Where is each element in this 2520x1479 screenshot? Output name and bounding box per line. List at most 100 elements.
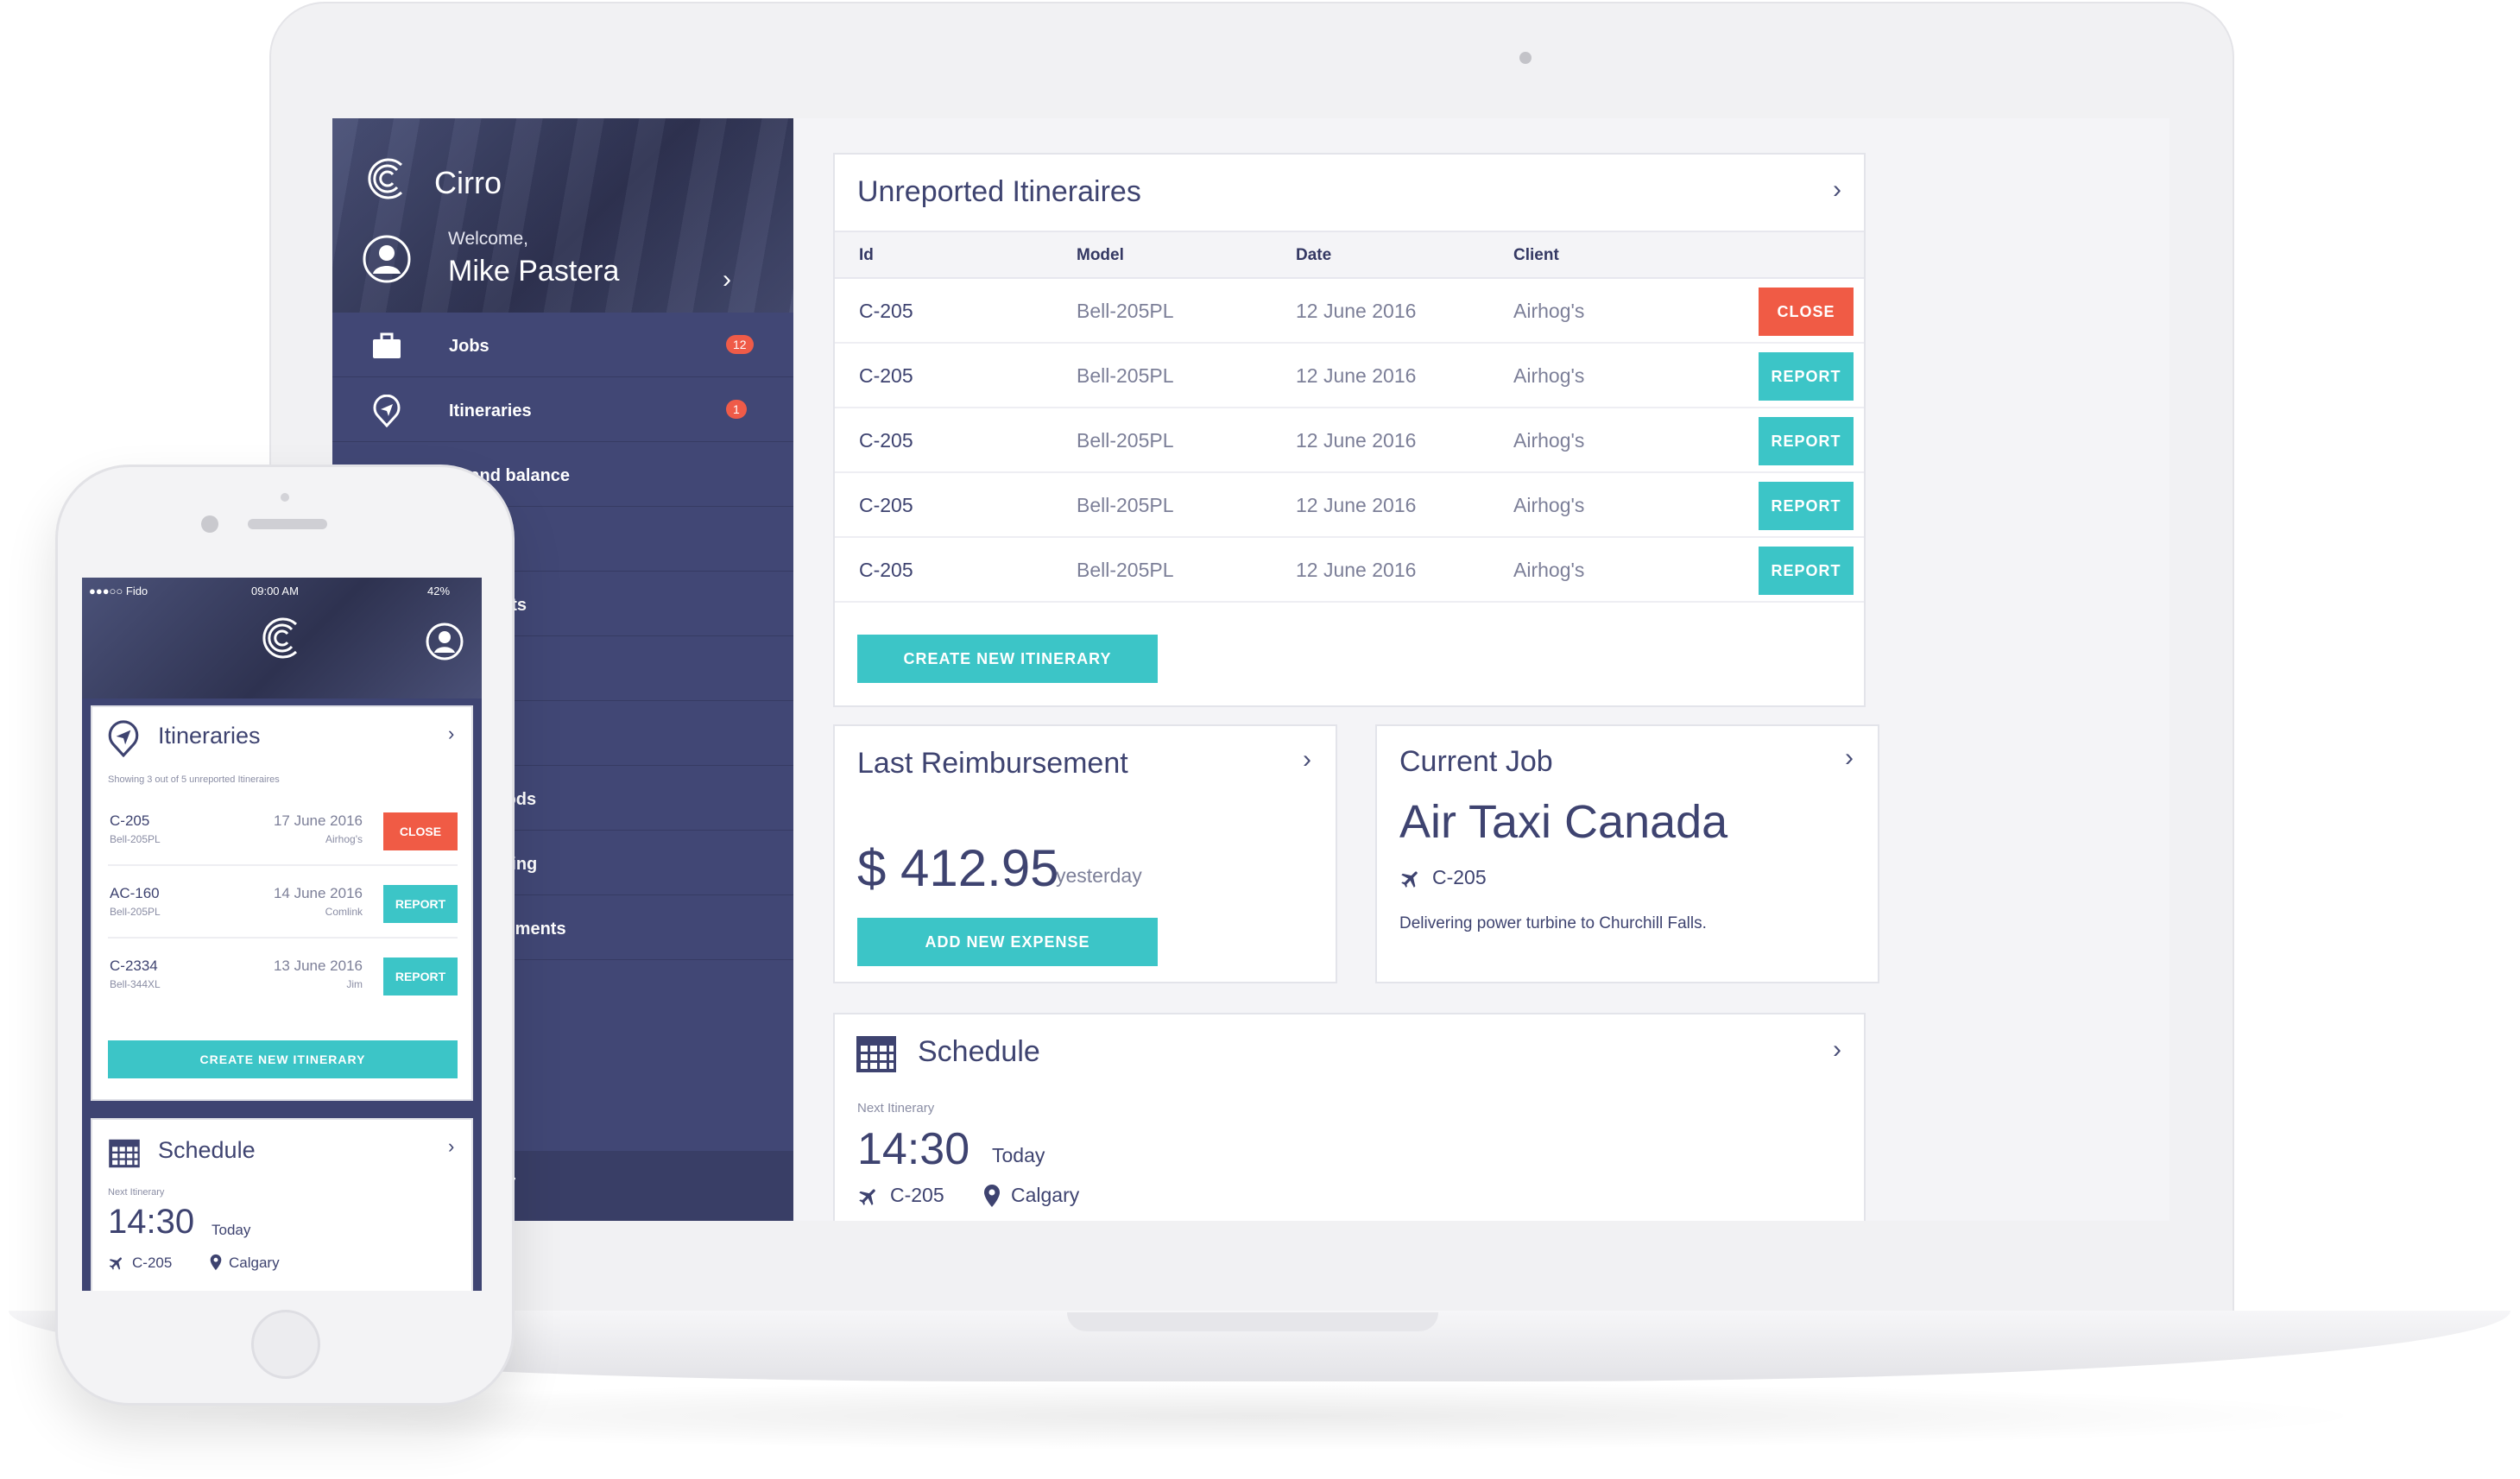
schedule-day: Today (212, 1222, 251, 1238)
schedule-location: Calgary (1011, 1184, 1080, 1206)
row-model: Bell-205PL (1077, 429, 1174, 452)
row-id: C-205 (859, 494, 913, 516)
create-new-itinerary-button[interactable]: CREATE NEW ITINERARY (857, 635, 1158, 683)
chevron-right-icon[interactable]: › (1833, 175, 1841, 205)
row-client: Airhog's (1513, 494, 1585, 516)
table-row: C-205 Bell-205PL 12 June 2016 Airhog's C… (835, 279, 1864, 344)
report-button[interactable]: REPORT (383, 885, 458, 923)
user-avatar-icon[interactable] (362, 234, 412, 284)
close-button[interactable]: CLOSE (1759, 288, 1854, 336)
chevron-right-icon[interactable]: › (1303, 745, 1311, 774)
user-name[interactable]: Mike Pastera (448, 255, 619, 288)
location-pin-icon (210, 1254, 222, 1271)
status-carrier: ●●●○○ Fido (89, 585, 148, 597)
row-id: C-2334 (110, 958, 158, 974)
brand-name: Cirro (434, 165, 502, 200)
laptop-notch (1067, 1312, 1438, 1331)
phone-speaker (248, 519, 327, 529)
user-avatar-icon[interactable] (426, 623, 464, 660)
list-item: C-205 Bell-205PL 17 June 2016 Airhog's C… (108, 793, 458, 866)
report-button[interactable]: REPORT (1759, 417, 1854, 465)
phone-screen: ●●●○○ Fido 09:00 AM 42% Itineraries › Sh… (82, 578, 482, 1291)
chevron-right-icon[interactable]: › (1845, 743, 1854, 773)
unreported-itineraries-card: Unreported Itineraires › Id Model Date C… (833, 153, 1866, 707)
close-button[interactable]: CLOSE (383, 812, 458, 850)
jobs-count-badge: 12 (726, 335, 754, 354)
chevron-right-icon[interactable]: › (448, 1135, 454, 1158)
sidebar-item-label: Jobs (449, 337, 489, 356)
card-title: Current Job (1399, 745, 1553, 778)
row-id: AC-160 (110, 885, 160, 901)
row-date: 13 June 2016 (273, 958, 363, 974)
report-button[interactable]: REPORT (383, 958, 458, 995)
column-header: Id (859, 246, 874, 264)
airplane-icon (109, 1257, 122, 1270)
row-date: 12 June 2016 (1296, 559, 1417, 581)
report-button[interactable]: REPORT (1759, 482, 1854, 530)
table-row: C-205 Bell-205PL 12 June 2016 Airhog's R… (835, 344, 1864, 408)
row-client: Airhog's (1513, 429, 1585, 452)
row-id: C-205 (859, 429, 913, 452)
row-client: Airhog's (1513, 300, 1585, 322)
report-button[interactable]: REPORT (1759, 352, 1854, 401)
row-client: Airhog's (1513, 559, 1585, 581)
row-model: Bell-205PL (1077, 559, 1174, 581)
next-itinerary-label: Next Itinerary (857, 1101, 935, 1116)
chevron-right-icon[interactable]: › (723, 265, 731, 294)
card-title: Schedule (918, 1035, 1040, 1068)
current-job-client: Air Taxi Canada (1399, 796, 1728, 848)
row-model: Bell-205PL (1077, 364, 1174, 387)
itineraries-count-badge: 1 (726, 400, 747, 419)
row-model: Bell-205PL (1077, 300, 1174, 322)
reimbursement-when: yesterday (1056, 864, 1142, 887)
row-id: C-205 (859, 364, 913, 387)
phone-sensor (281, 493, 289, 502)
calendar-icon (856, 1036, 896, 1072)
status-time: 09:00 AM (251, 585, 299, 597)
create-new-itinerary-button[interactable]: CREATE NEW ITINERARY (108, 1040, 458, 1078)
row-date: 12 June 2016 (1296, 364, 1417, 387)
card-title: Last Reimbursement (857, 747, 1128, 780)
chevron-right-icon[interactable]: › (1833, 1035, 1841, 1065)
navigation-pin-icon (373, 395, 401, 427)
schedule-card: Schedule › Next Itinerary 14:30 Today C-… (833, 1013, 1866, 1221)
navigation-pin-icon (108, 720, 139, 757)
report-button[interactable]: REPORT (1759, 547, 1854, 595)
column-header: Client (1513, 246, 1559, 264)
schedule-aircraft: C-205 (890, 1184, 944, 1206)
airplane-icon (1401, 871, 1418, 888)
schedule-time: 14:30 (857, 1124, 970, 1174)
row-client: Airhog's (325, 833, 363, 845)
row-model: Bell-205PL (110, 906, 161, 918)
row-date: 14 June 2016 (273, 885, 363, 901)
phone-camera (201, 515, 218, 533)
last-reimbursement-card: Last Reimbursement › $ 412.95 yesterday … (833, 724, 1337, 983)
showing-count-text: Showing 3 out of 5 unreported Itineraire… (108, 774, 280, 785)
column-header: Model (1077, 246, 1124, 264)
cirro-logo-icon (368, 158, 403, 199)
chevron-right-icon[interactable]: › (448, 723, 454, 745)
airplane-icon (859, 1189, 875, 1205)
phone-itineraries-card: Itineraries › Showing 3 out of 5 unrepor… (91, 705, 473, 1101)
phone-home-button[interactable] (251, 1310, 320, 1379)
row-date: 12 June 2016 (1296, 429, 1417, 452)
row-id: C-205 (859, 300, 913, 322)
status-battery: 42% (427, 585, 451, 597)
sidebar-item-label: Itineraries (449, 401, 532, 420)
row-client: Jim (346, 978, 363, 990)
row-id: C-205 (110, 812, 150, 829)
row-date: 12 June 2016 (1296, 494, 1417, 516)
row-date: 12 June 2016 (1296, 300, 1417, 322)
next-itinerary-label: Next Itinerary (108, 1187, 165, 1198)
add-new-expense-button[interactable]: ADD NEW EXPENSE (857, 918, 1158, 966)
current-job-aircraft: C-205 (1432, 866, 1487, 888)
cirro-logo-icon (262, 617, 298, 659)
sidebar-header: Cirro Welcome, Mike Pastera › (332, 118, 793, 313)
sidebar-item-jobs[interactable]: Jobs 12 (332, 313, 793, 377)
list-item: AC-160 Bell-205PL 14 June 2016 Comlink R… (108, 866, 458, 939)
list-item: C-2334 Bell-344XL 13 June 2016 Jim REPOR… (108, 939, 458, 1011)
row-id: C-205 (859, 559, 913, 581)
row-model: Bell-205PL (1077, 494, 1174, 516)
phone-header: ●●●○○ Fido 09:00 AM 42% (82, 578, 482, 698)
sidebar-item-itineraries[interactable]: Itineraries 1 (332, 377, 793, 442)
